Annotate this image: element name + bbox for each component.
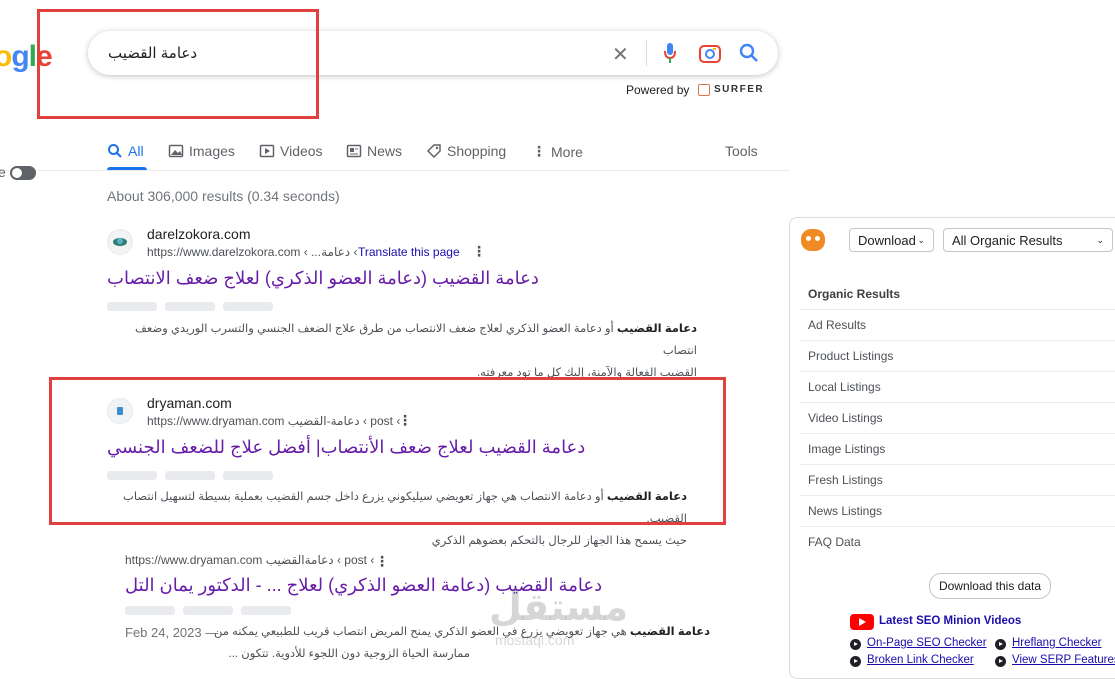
search-icon[interactable] bbox=[739, 43, 759, 63]
tab-shopping[interactable]: Shopping bbox=[426, 143, 506, 159]
results-filter-select[interactable]: All Organic Results ⌄ bbox=[943, 228, 1113, 252]
tab-label: Tools bbox=[725, 143, 758, 159]
tab-news[interactable]: News bbox=[346, 143, 402, 159]
tag-icon bbox=[426, 144, 441, 159]
highlight-box bbox=[37, 9, 319, 119]
tab-videos[interactable]: Videos bbox=[259, 143, 323, 159]
seo-minion-robot-icon bbox=[801, 229, 825, 251]
onpage-seo-checker-link[interactable]: On-Page SEO Checker bbox=[867, 637, 987, 649]
placeholder-bar bbox=[241, 606, 291, 615]
placeholder-bar bbox=[223, 302, 273, 311]
tab-divider bbox=[0, 170, 790, 171]
menu-organic-results[interactable]: Organic Results bbox=[800, 287, 1115, 301]
play-bullet-icon bbox=[995, 656, 1006, 667]
url-base: https://www.dryaman.com bbox=[125, 553, 263, 567]
view-serp-features-link[interactable]: View SERP Features bbox=[1012, 654, 1115, 666]
chevron-down-icon: ⌄ bbox=[917, 234, 925, 245]
menu-divider bbox=[800, 371, 1115, 372]
placeholder-bar bbox=[183, 606, 233, 615]
surfer-icon bbox=[698, 84, 710, 96]
menu-image-listings[interactable]: Image Listings bbox=[800, 442, 1115, 456]
placeholder-bar bbox=[107, 302, 157, 311]
download-dropdown[interactable]: Download ⌄ bbox=[849, 228, 934, 252]
snippet-text: أو دعامة العضو الذكري لعلاج ضعف الانتصاب… bbox=[135, 323, 697, 357]
tab-more[interactable]: ⋮ More bbox=[532, 143, 583, 160]
broken-link-checker-link[interactable]: Broken Link Checker bbox=[867, 654, 974, 666]
menu-divider bbox=[800, 402, 1115, 403]
highlight-box bbox=[49, 377, 726, 525]
result-url[interactable]: https://www.darelzokora.com › دعامة... › bbox=[147, 245, 357, 259]
play-bullet-icon bbox=[850, 656, 861, 667]
result-snippet: دعامة القضيب أو دعامة العضو الذكري لعلاج… bbox=[107, 318, 697, 384]
more-vert-icon: ⋮ bbox=[532, 143, 546, 159]
tab-label: Shopping bbox=[447, 143, 507, 159]
menu-faq-data[interactable]: FAQ Data bbox=[800, 535, 1115, 549]
tools-button[interactable]: Tools bbox=[725, 143, 758, 159]
safesearch-label: e bbox=[0, 164, 6, 180]
more-options-icon[interactable]: ⋮ bbox=[375, 553, 389, 570]
seo-videos-link[interactable]: Latest SEO Minion Videos bbox=[879, 615, 1021, 627]
filter-label: All Organic Results bbox=[952, 232, 1063, 248]
download-data-button[interactable]: Download this data bbox=[929, 573, 1051, 599]
surfer-label[interactable]: SURFER bbox=[714, 84, 764, 95]
clear-icon[interactable]: ✕ bbox=[612, 42, 629, 67]
tab-all[interactable]: All bbox=[107, 143, 144, 159]
placeholder-bar bbox=[125, 606, 175, 615]
result-url[interactable]: https://www.dryaman.com › post › دعامةال… bbox=[125, 553, 374, 567]
tab-label: All bbox=[128, 143, 144, 159]
tab-label: Videos bbox=[280, 143, 323, 159]
menu-video-listings[interactable]: Video Listings bbox=[800, 411, 1115, 425]
url-base: https://www.darelzokora.com bbox=[147, 245, 301, 259]
menu-local-listings[interactable]: Local Listings bbox=[800, 380, 1115, 394]
youtube-icon bbox=[850, 614, 874, 630]
download-label: Download bbox=[858, 232, 916, 248]
menu-news-listings[interactable]: News Listings bbox=[800, 504, 1115, 518]
url-path: › دعامة... › bbox=[303, 245, 358, 259]
watermark-url: mostaql.com bbox=[495, 632, 575, 648]
menu-divider bbox=[800, 526, 1115, 527]
menu-fresh-listings[interactable]: Fresh Listings bbox=[800, 473, 1115, 487]
hreflang-checker-link[interactable]: Hreflang Checker bbox=[1012, 637, 1101, 649]
tab-label: More bbox=[551, 143, 583, 160]
tab-images[interactable]: Images bbox=[168, 143, 235, 159]
menu-divider bbox=[800, 495, 1115, 496]
menu-ad-results[interactable]: Ad Results bbox=[800, 318, 1115, 332]
site-favicon bbox=[107, 229, 133, 255]
menu-divider bbox=[800, 309, 1115, 310]
url-path: › post › دعامةالقضيب bbox=[265, 553, 375, 567]
video-icon bbox=[259, 144, 275, 158]
menu-product-listings[interactable]: Product Listings bbox=[800, 349, 1115, 363]
image-icon bbox=[168, 144, 184, 158]
placeholder-bar bbox=[165, 302, 215, 311]
translate-link[interactable]: Translate this page bbox=[358, 245, 460, 259]
camera-icon[interactable] bbox=[699, 43, 721, 63]
snippet-bold: دعامة القضيب bbox=[616, 323, 697, 335]
search-icon bbox=[108, 144, 122, 158]
snippet-bold: دعامة القضيب bbox=[629, 626, 710, 638]
menu-divider bbox=[800, 340, 1115, 341]
chevron-down-icon: ⌄ bbox=[1096, 234, 1104, 245]
microphone-icon[interactable] bbox=[662, 42, 678, 64]
divider bbox=[646, 40, 647, 66]
menu-divider bbox=[800, 433, 1115, 434]
menu-divider bbox=[800, 464, 1115, 465]
snippet-text: ممارسة الحياة الزوجية دون اللجوء للأدوية… bbox=[228, 648, 471, 660]
result-site-name[interactable]: darelzokora.com bbox=[147, 226, 251, 242]
watermark-logo: مستقل bbox=[489, 587, 628, 629]
play-bullet-icon bbox=[850, 639, 861, 650]
safesearch-toggle[interactable] bbox=[10, 166, 36, 180]
powered-by-label: Powered by bbox=[626, 83, 690, 97]
globe-icon bbox=[113, 238, 127, 246]
news-icon bbox=[346, 144, 362, 158]
result-title[interactable]: دعامة القضيب (دعامة العضو الذكري) لعلاج … bbox=[107, 268, 539, 289]
result-stats: About 306,000 results (0.34 seconds) bbox=[107, 188, 340, 204]
tab-label: Images bbox=[189, 143, 235, 159]
more-options-icon[interactable]: ⋮ bbox=[472, 243, 486, 260]
play-bullet-icon bbox=[995, 639, 1006, 650]
snippet-text: حيث يسمح هذا الجهاز للرجال بالتحكم بعضوه… bbox=[431, 535, 687, 547]
tab-label: News bbox=[367, 143, 403, 159]
